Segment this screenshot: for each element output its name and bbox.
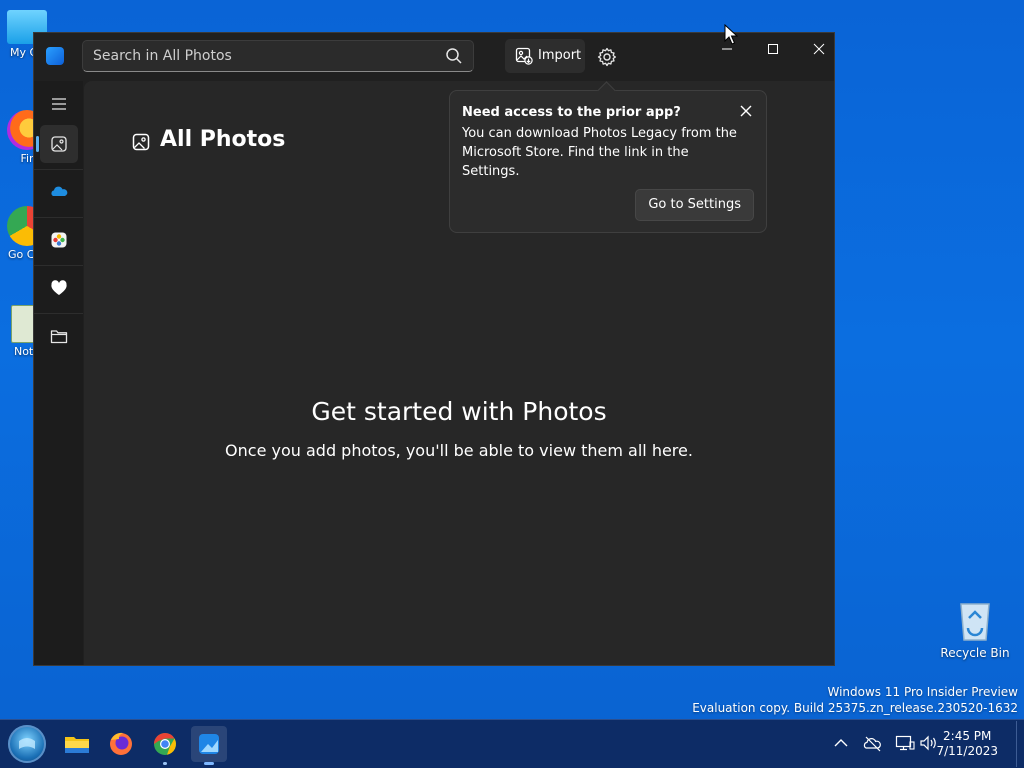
import-label: Import bbox=[538, 48, 582, 63]
hamburger-menu-button[interactable] bbox=[40, 85, 78, 123]
network-icon[interactable] bbox=[895, 734, 915, 752]
recycle-bin-icon bbox=[960, 603, 990, 641]
taskbar-clock[interactable]: 2:45 PM 7/11/2023 bbox=[936, 729, 998, 759]
import-icon bbox=[515, 47, 533, 65]
start-button[interactable] bbox=[8, 725, 46, 763]
hamburger-icon bbox=[52, 98, 66, 110]
maximize-button[interactable] bbox=[750, 33, 796, 65]
cloud-icon bbox=[51, 186, 68, 196]
photos-app-icon bbox=[46, 47, 64, 65]
taskbar-photos[interactable] bbox=[191, 726, 227, 765]
taskbar-file-explorer[interactable] bbox=[59, 726, 95, 762]
recycle-bin-label: Recycle Bin bbox=[940, 646, 1010, 660]
flyout-close-icon[interactable] bbox=[736, 101, 756, 121]
watermark-build: Evaluation copy. Build 25375.zn_release.… bbox=[692, 701, 1018, 715]
search-box[interactable]: Search in All Photos bbox=[82, 40, 474, 72]
running-indicator bbox=[163, 762, 167, 765]
nav-icloud-photos[interactable] bbox=[40, 221, 78, 259]
rail-divider bbox=[34, 265, 83, 266]
taskbar-firefox[interactable] bbox=[103, 726, 139, 762]
empty-state-title: Get started with Photos bbox=[311, 397, 607, 426]
taskbar bbox=[0, 719, 1024, 768]
taskbar-chrome[interactable] bbox=[147, 726, 183, 765]
onedrive-offline-icon[interactable] bbox=[863, 734, 883, 752]
settings-gear-icon[interactable] bbox=[597, 47, 617, 67]
go-to-settings-button[interactable]: Go to Settings bbox=[635, 189, 754, 221]
flyout-body: You can download Photos Legacy from the … bbox=[462, 126, 737, 179]
rail-divider bbox=[34, 217, 83, 218]
chrome-icon bbox=[154, 733, 176, 755]
start-icon bbox=[19, 738, 35, 749]
show-desktop-button[interactable] bbox=[1016, 721, 1023, 767]
windows-watermark: Windows 11 Pro Insider Preview Evaluatio… bbox=[692, 684, 1018, 716]
rail-divider bbox=[34, 169, 83, 170]
heart-icon bbox=[51, 280, 67, 295]
file-explorer-icon bbox=[65, 737, 89, 753]
clock-time: 2:45 PM bbox=[943, 729, 992, 743]
folder-icon bbox=[50, 330, 68, 344]
close-icon bbox=[813, 43, 825, 55]
page-title: All Photos bbox=[160, 127, 286, 152]
firefox-icon bbox=[110, 732, 132, 755]
navigation-rail bbox=[34, 81, 83, 665]
photos-app-icon bbox=[199, 734, 219, 754]
flyout-title: Need access to the prior app? bbox=[462, 105, 681, 120]
watermark-edition: Windows 11 Pro Insider Preview bbox=[827, 685, 1018, 699]
legacy-app-flyout: Need access to the prior app? You can do… bbox=[449, 81, 767, 233]
nav-onedrive[interactable] bbox=[40, 173, 78, 211]
clock-date: 7/11/2023 bbox=[936, 744, 998, 758]
nav-folders[interactable] bbox=[40, 317, 78, 355]
chevron-up-icon[interactable] bbox=[833, 736, 849, 750]
photos-window: Search in All Photos Import All Photos G… bbox=[34, 33, 834, 665]
photo-icon bbox=[51, 136, 67, 152]
title-bar[interactable]: Search in All Photos Import bbox=[34, 33, 834, 81]
icloud-photos-icon bbox=[51, 232, 67, 248]
close-window-button[interactable] bbox=[796, 33, 842, 65]
search-input[interactable]: Search in All Photos bbox=[93, 48, 232, 64]
mouse-cursor-icon bbox=[724, 24, 738, 45]
import-button[interactable]: Import bbox=[505, 39, 585, 73]
empty-state-subtitle: Once you add photos, you'll be able to v… bbox=[225, 441, 693, 460]
active-indicator bbox=[204, 762, 214, 765]
nav-favorites[interactable] bbox=[40, 269, 78, 307]
maximize-icon bbox=[768, 44, 778, 54]
rail-divider bbox=[34, 313, 83, 314]
search-icon[interactable] bbox=[445, 47, 463, 65]
desktop-icon-recycle-bin[interactable]: Recycle Bin bbox=[940, 598, 1010, 660]
nav-all-photos[interactable] bbox=[36, 125, 78, 163]
all-photos-heading-icon bbox=[132, 133, 150, 151]
